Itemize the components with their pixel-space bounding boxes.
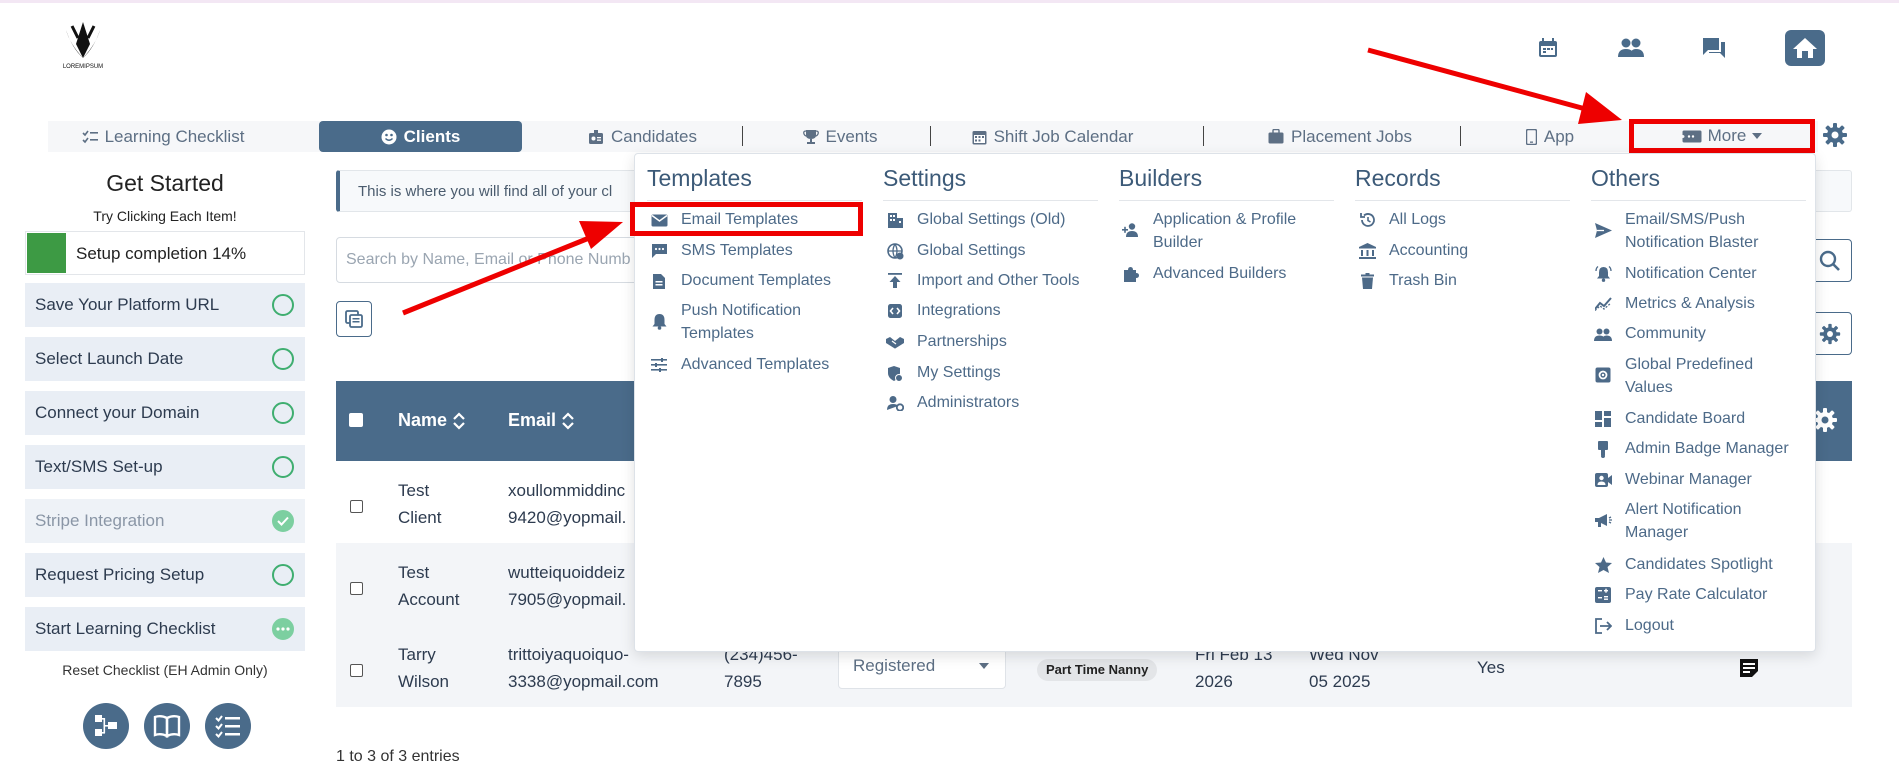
annotation-arrows	[402, 47, 1622, 316]
